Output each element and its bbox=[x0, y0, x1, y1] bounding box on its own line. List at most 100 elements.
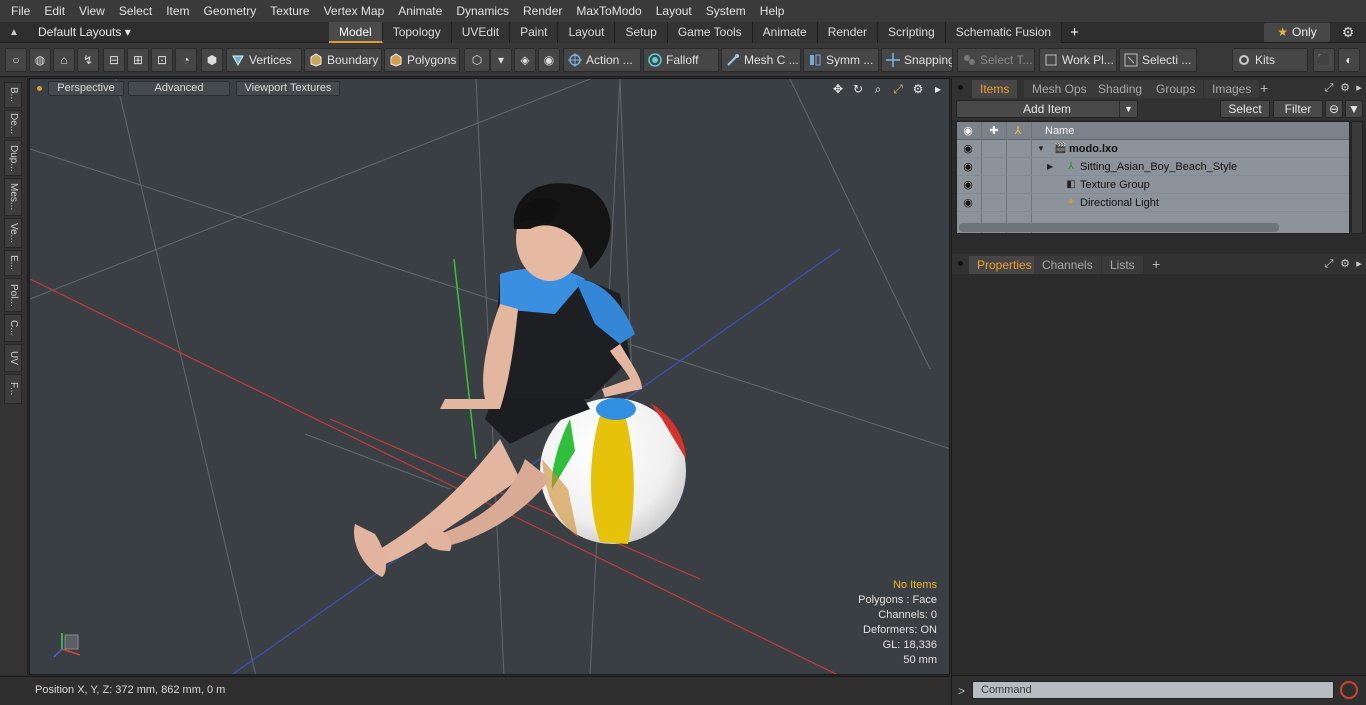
locator-column-icon[interactable]: ⅄ bbox=[1011, 122, 1025, 140]
menu-dynamics[interactable]: Dynamics bbox=[449, 0, 516, 22]
expand-triangle-icon[interactable]: ▶ bbox=[1047, 158, 1053, 176]
kits-button[interactable]: Kits bbox=[1232, 48, 1308, 72]
visibility-eye-icon[interactable]: ◉ bbox=[961, 196, 975, 210]
perspective-button[interactable]: Perspective bbox=[48, 81, 124, 96]
command-input[interactable]: Command bbox=[972, 681, 1334, 699]
only-toggle[interactable]: ★ Only bbox=[1264, 23, 1330, 42]
visibility-column-eye-icon[interactable]: ◉ bbox=[961, 122, 975, 140]
menu-item[interactable]: Item bbox=[159, 0, 196, 22]
globe-icon[interactable]: ◍ bbox=[29, 48, 51, 72]
funnel-icon[interactable]: ▼ bbox=[1345, 100, 1363, 118]
visibility-eye-icon[interactable]: ◉ bbox=[961, 142, 975, 156]
select-button[interactable]: Select bbox=[1220, 100, 1270, 118]
tab-game-tools[interactable]: Game Tools bbox=[667, 22, 753, 43]
viewport-expand-arrow-icon[interactable]: ▸ bbox=[930, 81, 946, 97]
viewport-textures-button[interactable]: Viewport Textures bbox=[236, 81, 340, 96]
expand-triangle-icon[interactable]: ▼ bbox=[1037, 140, 1045, 158]
menu-animate[interactable]: Animate bbox=[391, 0, 449, 22]
panel-gear-icon[interactable]: ⚙ bbox=[1338, 256, 1352, 272]
advanced-button[interactable]: Advanced bbox=[128, 81, 230, 96]
material-icon[interactable]: ⬡ bbox=[464, 48, 490, 72]
visibility-eye-icon[interactable]: ◉ bbox=[961, 178, 975, 192]
symmetry-sphere-icon[interactable]: ◈ bbox=[514, 48, 536, 72]
tab-groups[interactable]: Groups bbox=[1148, 80, 1204, 98]
tab-scripting[interactable]: Scripting bbox=[878, 22, 946, 43]
3d-viewport[interactable]: Perspective Advanced Viewport Textures ✥… bbox=[29, 78, 950, 675]
menu-help[interactable]: Help bbox=[753, 0, 792, 22]
add-panel-tab-icon[interactable]: + bbox=[1152, 255, 1160, 273]
menu-maxtomodo[interactable]: MaxToModo bbox=[569, 0, 648, 22]
tab-schematic-fusion[interactable]: Schematic Fusion bbox=[945, 22, 1063, 43]
symmetry-button[interactable]: Symm ... bbox=[803, 48, 879, 72]
left-tab-curve[interactable]: C... bbox=[4, 314, 22, 342]
vertices-button[interactable]: Vertices bbox=[226, 48, 302, 72]
tab-items[interactable]: Items bbox=[972, 80, 1018, 98]
panel-expand-icon[interactable]: ⤢ bbox=[1322, 80, 1336, 96]
panel-menu-dot-icon[interactable] bbox=[958, 261, 963, 266]
work-plane-button[interactable]: Work Pl... bbox=[1039, 48, 1117, 72]
left-tab-basic[interactable]: B... bbox=[4, 82, 22, 108]
polygons-button[interactable]: Polygons bbox=[384, 48, 460, 72]
left-tab-mesh-edit[interactable]: Mes... bbox=[4, 178, 22, 216]
panel-gear-icon[interactable]: ⚙ bbox=[1338, 80, 1352, 96]
tree-row-mesh[interactable]: ◉ ▶ ⅄ Sitting_Asian_Boy_Beach_Style bbox=[957, 158, 1349, 176]
panel-arrow-icon[interactable]: ▸ bbox=[1352, 256, 1366, 272]
menu-select[interactable]: Select bbox=[112, 0, 159, 22]
tab-uvedit[interactable]: UVEdit bbox=[451, 22, 511, 43]
left-tab-duplicate[interactable]: Dup... bbox=[4, 140, 22, 176]
viewport-gear-icon[interactable]: ⚙ bbox=[910, 81, 926, 97]
chevron-down-icon[interactable]: ▾ bbox=[490, 48, 512, 72]
item-mode-icon[interactable]: ⬢ bbox=[201, 48, 223, 72]
select-through-button[interactable]: Select T... bbox=[957, 48, 1035, 72]
menu-texture[interactable]: Texture bbox=[263, 0, 316, 22]
add-tab-button[interactable]: + bbox=[1062, 22, 1087, 43]
select-circle-icon[interactable]: ○ bbox=[5, 48, 27, 72]
layout-menu-icon[interactable]: ▲ bbox=[6, 25, 22, 40]
menu-render[interactable]: Render bbox=[516, 0, 569, 22]
menu-vertex-map[interactable]: Vertex Map bbox=[317, 0, 392, 22]
tab-images[interactable]: Images bbox=[1204, 80, 1260, 98]
menu-edit[interactable]: Edit bbox=[37, 0, 72, 22]
mesh-constraint-button[interactable]: Mesh C ... bbox=[721, 48, 801, 72]
gear-icon[interactable]: ⚙ bbox=[1338, 24, 1358, 41]
tab-channels[interactable]: Channels bbox=[1034, 256, 1101, 274]
collapse-icon[interactable]: ⊖ bbox=[1325, 100, 1343, 118]
tab-model[interactable]: Model bbox=[329, 22, 383, 43]
boundary-button[interactable]: Boundary bbox=[304, 48, 382, 72]
menu-system[interactable]: System bbox=[699, 0, 753, 22]
viewport-menu-dot-icon[interactable] bbox=[37, 86, 42, 91]
zoom-icon[interactable]: ⌕ bbox=[870, 81, 886, 97]
menu-view[interactable]: View bbox=[72, 0, 112, 22]
tab-layout[interactable]: Layout bbox=[558, 22, 616, 43]
snapping-button[interactable]: Snapping bbox=[881, 48, 953, 72]
tab-topology[interactable]: Topology bbox=[382, 22, 452, 43]
pen-icon[interactable]: ⌂ bbox=[53, 48, 75, 72]
tab-render[interactable]: Render bbox=[817, 22, 879, 43]
tab-lists[interactable]: Lists bbox=[1102, 256, 1143, 274]
layouts-dropdown[interactable]: Default Layouts ▾ bbox=[32, 22, 137, 43]
snap-sphere-icon[interactable]: ◉ bbox=[538, 48, 560, 72]
tree-row-light[interactable]: ◉ ✦ Directional Light bbox=[957, 194, 1349, 212]
record-macro-icon[interactable] bbox=[1340, 681, 1358, 699]
panel-expand-icon[interactable]: ⤢ bbox=[1322, 256, 1336, 272]
pan-icon[interactable]: ✥ bbox=[830, 81, 846, 97]
panel-menu-dot-icon[interactable] bbox=[958, 85, 963, 90]
element-move-icon[interactable]: ⊟ bbox=[103, 48, 125, 72]
falloff-button[interactable]: Falloff bbox=[643, 48, 719, 72]
tab-mesh-ops[interactable]: Mesh Ops bbox=[1024, 80, 1095, 98]
tab-shading[interactable]: Shading bbox=[1090, 80, 1151, 98]
transform-icon[interactable]: ⊞ bbox=[127, 48, 149, 72]
left-tab-polygon[interactable]: Pol... bbox=[4, 278, 22, 312]
tab-paint[interactable]: Paint bbox=[510, 22, 559, 43]
menu-file[interactable]: File bbox=[4, 0, 37, 22]
selection-sets-button[interactable]: Selecti ... bbox=[1119, 48, 1197, 72]
horizontal-scrollbar[interactable] bbox=[959, 223, 1279, 232]
visibility-eye-icon[interactable]: ◉ bbox=[961, 160, 975, 174]
maximize-icon[interactable]: ⤢ bbox=[890, 81, 906, 97]
lock-column-icon[interactable]: ✚ bbox=[987, 122, 1001, 140]
tab-properties[interactable]: Properties bbox=[969, 256, 1040, 274]
tab-setup[interactable]: Setup bbox=[615, 22, 668, 43]
rotate-icon[interactable]: ⊡ bbox=[151, 48, 173, 72]
menu-layout[interactable]: Layout bbox=[649, 0, 699, 22]
left-tab-vertex[interactable]: Ve... bbox=[4, 218, 22, 248]
